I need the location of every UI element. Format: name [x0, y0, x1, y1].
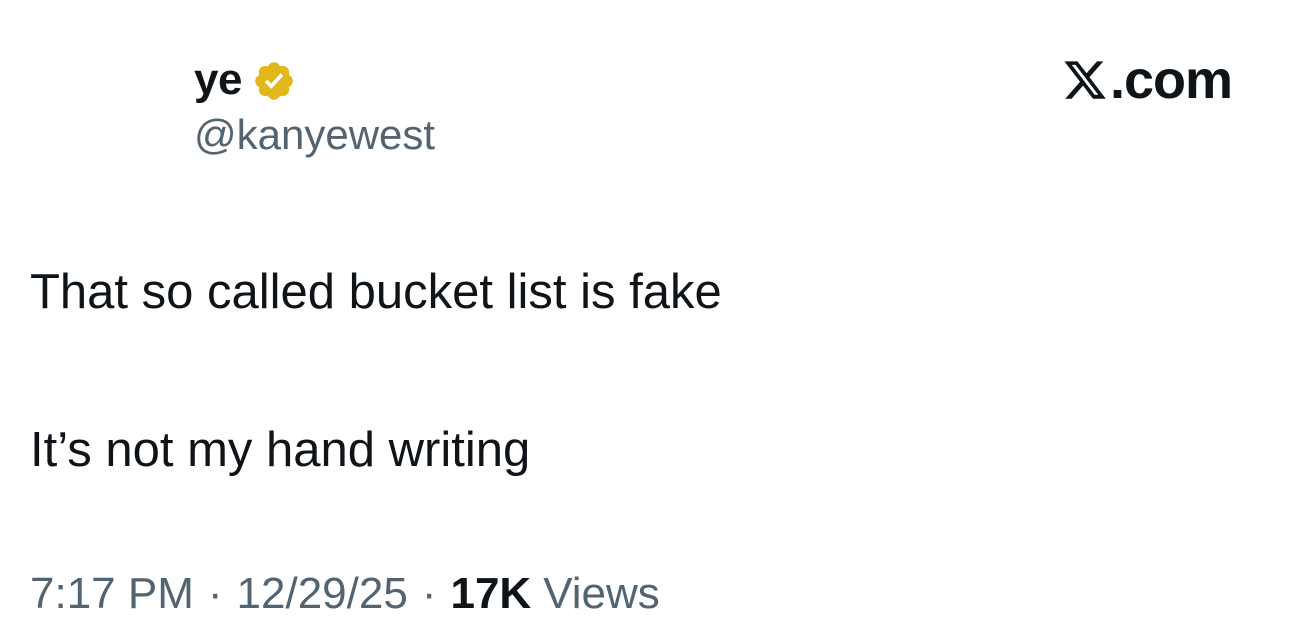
x-com-watermark: .com	[1062, 50, 1233, 110]
x-logo-icon	[1062, 57, 1108, 103]
tweet-meta: 7:17 PM · 12/29/25 · 17K Views	[30, 572, 660, 616]
brand-domain-text: .com	[1109, 50, 1233, 110]
verified-badge-icon	[252, 59, 296, 103]
author-handle[interactable]: @kanyewest	[194, 111, 435, 158]
tweet-date[interactable]: 12/29/25	[237, 572, 408, 616]
tweet-text-line-2: It’s not my hand writing	[30, 423, 531, 477]
views-count[interactable]: 17K	[450, 572, 531, 616]
tweet-time[interactable]: 7:17 PM	[30, 572, 194, 616]
views-label: Views	[543, 569, 660, 618]
tweet-screenshot: ye @kanyewest .com That so called bucket…	[0, 0, 1290, 644]
tweet-text-line-1: That so called bucket list is fake	[30, 265, 722, 319]
tweet-author[interactable]: ye @kanyewest	[194, 52, 435, 158]
meta-separator: ·	[207, 569, 223, 618]
author-name-row: ye	[194, 52, 435, 108]
author-display-name[interactable]: ye	[194, 58, 242, 102]
meta-separator: ·	[421, 569, 437, 618]
